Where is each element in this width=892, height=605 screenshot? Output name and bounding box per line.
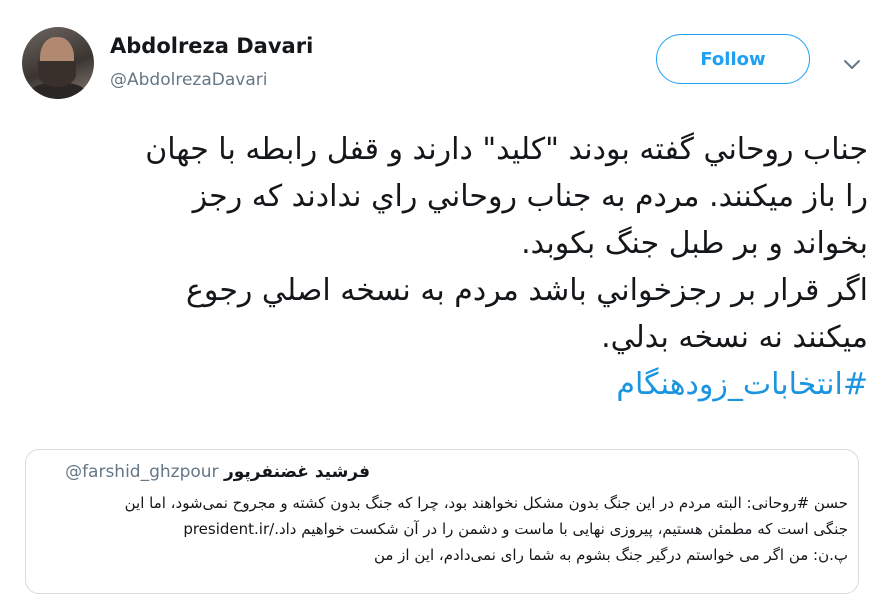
tweet-line: بخواند و بر طبل جنگ بكوبد. [521,226,868,261]
quoted-tweet-text: حسن #روحانی: البته مردم در این جنگ بدون … [38,490,848,568]
quoted-tweet-line: حسن #روحانی: البته مردم در این جنگ بدون … [124,494,848,512]
author-handle[interactable]: @AbdolrezaDavari [110,70,267,90]
avatar-beard-shape [38,61,76,87]
quoted-tweet-line: پ.ن: من اگر می خواستم درگیر جنگ بشوم به … [373,546,848,564]
tweet-line: را باز ميكنند. مردم به جناب روحاني راي ن… [192,179,868,214]
quoted-tweet[interactable]: @farshid_ghzpour فرشید غضنفرپور حسن #روح… [25,449,859,594]
avatar[interactable] [22,27,94,99]
chevron-down-icon[interactable] [840,52,864,76]
tweet-text: جناب روحاني گفته بودند "كليد" دارند و قف… [40,126,868,408]
follow-button-label: Follow [700,48,766,70]
follow-button[interactable]: Follow [656,34,810,84]
quoted-tweet-line: جنگی است که مطمئن هستیم، پیروزی نهایی با… [183,520,848,538]
hashtag-link[interactable]: #انتخابات_زودهنگام [40,361,868,408]
quoted-author-name: فرشید غضنفرپور [223,462,370,482]
quoted-tweet-header: @farshid_ghzpour فرشید غضنفرپور [65,462,370,482]
tweet-line: اگر قرار بر رجزخواني باشد مردم به نسخه ا… [185,273,868,308]
tweet-line: جناب روحاني گفته بودند "كليد" دارند و قف… [145,132,868,167]
tweet-line: ميكنند نه نسخه بدلي. [601,320,868,355]
quoted-author-handle: @farshid_ghzpour [65,462,219,482]
author-name[interactable]: Abdolreza Davari [110,34,313,58]
